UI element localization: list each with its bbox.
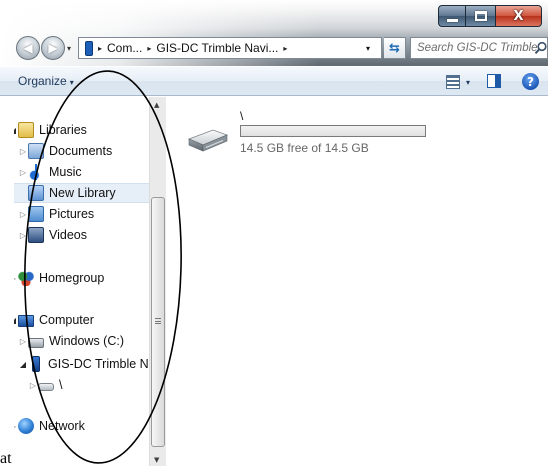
music-icon (28, 164, 44, 180)
caption-buttons: X (438, 5, 542, 27)
scrollbar-thumb[interactable] (151, 197, 165, 447)
forward-button[interactable]: ▶ (41, 36, 65, 60)
page-text-fragment: at (0, 450, 12, 466)
scroll-up-icon[interactable]: ▲ (154, 101, 159, 109)
tree-label: Pictures (49, 207, 95, 221)
library-icon (18, 122, 34, 138)
tree-label: Computer (39, 313, 94, 327)
chevron-down-icon: ▾ (69, 78, 74, 87)
computer-icon (18, 315, 34, 327)
content-pane: \ 14.5 GB free of 14.5 GB (167, 97, 548, 466)
network-icon (18, 418, 34, 434)
drive-free-space: 14.5 GB free of 14.5 GB (240, 141, 369, 155)
tree-item-documents[interactable]: ▷ Documents (18, 141, 112, 161)
grip-icon (155, 318, 161, 324)
navigation-pane-scrollbar[interactable]: ▲ ▼ (149, 97, 166, 466)
drive-name: \ (240, 109, 244, 123)
device-icon (32, 356, 40, 372)
collapsed-arrow-icon[interactable]: ▷ (18, 231, 28, 240)
storage-icon (38, 383, 54, 391)
search-box[interactable] (410, 37, 548, 59)
tree-label: Homegroup (39, 271, 105, 285)
minimize-button[interactable] (438, 5, 466, 27)
tree-label: \ (59, 378, 63, 392)
navigation-row: ◀ ▶ ▾ ▸ Com... ▸ GIS-DC Trimble Navi... … (16, 36, 548, 60)
help-icon: ? (527, 74, 534, 89)
details-view-icon (446, 75, 460, 89)
tree-label: Libraries (39, 123, 87, 137)
tree-item-homegroup[interactable]: ▷ Homegroup (14, 268, 104, 288)
collapsed-arrow-icon[interactable]: ▷ (18, 337, 28, 346)
collapsed-arrow-icon[interactable]: ▷ (18, 147, 28, 156)
tree-label: Music (49, 165, 82, 179)
scroll-down-icon[interactable]: ▼ (154, 456, 159, 464)
breadcrumb-device[interactable]: GIS-DC Trimble Navi... (156, 41, 278, 55)
tree-item-storage-root[interactable]: ▷ \ (28, 375, 63, 395)
search-input[interactable] (417, 39, 537, 57)
preview-pane-button[interactable] (487, 74, 501, 88)
tree-label: Documents (49, 144, 113, 158)
tree-label: Network (39, 419, 85, 433)
tree-item-windows-c[interactable]: ▷ Windows (C:) (18, 331, 124, 351)
breadcrumb-computer[interactable]: Com... (107, 41, 142, 55)
breadcrumb-separator[interactable]: ▸ (98, 44, 102, 53)
tree-item-pictures[interactable]: ▷ Pictures (18, 204, 94, 224)
search-icon[interactable] (534, 41, 548, 55)
page-background (0, 437, 149, 466)
tree-item-gis-dc-trimble[interactable]: ◢ GIS-DC Trimble N (18, 354, 149, 374)
arrow-left-icon: ◀ (23, 41, 33, 55)
back-button[interactable]: ◀ (16, 36, 40, 60)
drive-tile[interactable]: \ 14.5 GB free of 14.5 GB (187, 109, 447, 157)
hard-drive-icon (187, 129, 229, 152)
help-button[interactable]: ? (522, 73, 539, 90)
address-dropdown[interactable]: ▾ (357, 38, 379, 58)
maximize-button[interactable] (466, 5, 496, 27)
collapsed-arrow-icon[interactable]: ▷ (18, 168, 28, 177)
organize-label: Organize (18, 74, 67, 88)
arrow-right-icon: ▶ (48, 41, 58, 55)
tree-item-computer[interactable]: ◢ Computer (14, 310, 94, 330)
close-button[interactable]: X (496, 5, 542, 27)
tree-label: New Library (49, 186, 116, 200)
tree-label: Videos (49, 228, 87, 242)
tree-item-videos[interactable]: ▷ Videos (18, 225, 87, 245)
change-view-button[interactable]: ▾ (446, 73, 480, 91)
address-bar[interactable]: ▸ Com... ▸ GIS-DC Trimble Navi... ▸ ▾ (78, 37, 382, 59)
organize-button[interactable]: Organize ▾ (18, 74, 74, 88)
command-bar: Organize ▾ ▾ ? (0, 66, 548, 96)
tree-item-libraries[interactable]: ◢ Libraries (14, 120, 87, 140)
expanded-arrow-icon[interactable]: ◢ (18, 360, 28, 369)
collapsed-arrow-icon[interactable]: ▷ (18, 210, 28, 219)
close-icon: X (513, 8, 524, 24)
tree-item-new-library[interactable]: New Library (14, 183, 149, 203)
homegroup-icon (18, 270, 34, 286)
navigation-pane: ◢ Libraries ▷ Documents ▷ Music New Libr… (14, 97, 149, 437)
recent-pages-dropdown[interactable]: ▾ (67, 44, 71, 53)
device-icon (85, 40, 93, 56)
storage-usage-bar (240, 125, 426, 137)
new-library-icon (28, 185, 44, 201)
pictures-icon (28, 206, 44, 222)
tree-label: GIS-DC Trimble N (48, 357, 149, 371)
breadcrumb-separator[interactable]: ▸ (283, 44, 287, 53)
collapsed-arrow-icon[interactable]: ▷ (28, 381, 38, 390)
videos-icon (28, 227, 44, 243)
documents-icon (28, 143, 44, 159)
refresh-button[interactable]: ⇆ (384, 37, 406, 59)
drive-icon (28, 337, 44, 348)
minimize-icon (446, 18, 458, 22)
breadcrumb-separator[interactable]: ▸ (147, 44, 151, 53)
tree-item-music[interactable]: ▷ Music (18, 162, 82, 182)
tree-item-network[interactable]: ▷ Network (14, 416, 85, 436)
refresh-icon: ⇆ (389, 40, 400, 56)
tree-label: Windows (C:) (49, 334, 125, 348)
maximize-icon (474, 11, 487, 21)
chevron-down-icon: ▾ (466, 77, 471, 87)
